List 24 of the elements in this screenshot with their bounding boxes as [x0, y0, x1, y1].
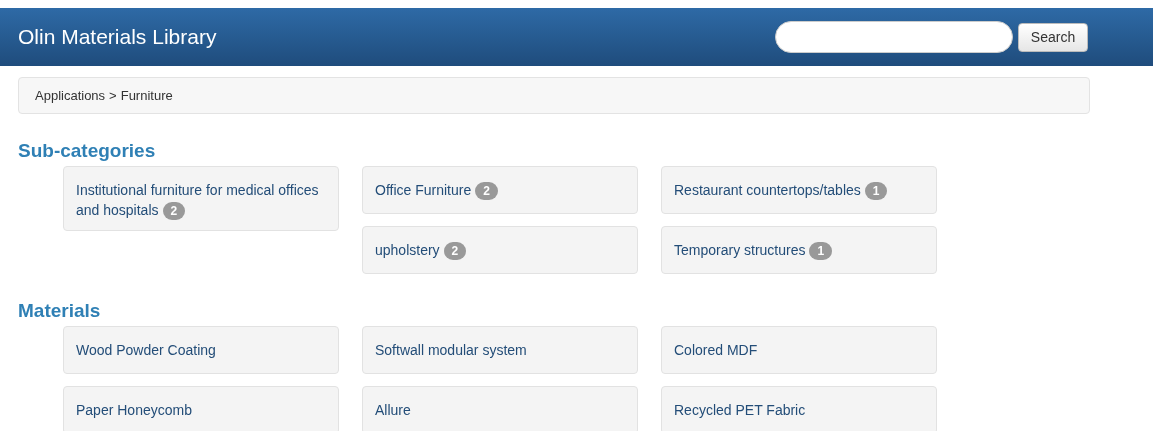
category-card[interactable]: Office Furniture 2 — [362, 166, 638, 214]
category-card[interactable]: Recycled PET Fabric — [661, 386, 937, 431]
category-card[interactable]: Colored MDF — [661, 326, 937, 374]
section-heading: Sub-categories — [18, 140, 157, 162]
count-badge: 1 — [864, 182, 888, 200]
category-card[interactable]: Wood Powder Coating — [63, 326, 339, 374]
category-card[interactable]: Softwall modular system — [362, 326, 638, 374]
category-card[interactable]: Allure — [362, 386, 638, 431]
search-field[interactable] — [775, 21, 1013, 53]
count-badge: 2 — [475, 182, 498, 200]
category-card[interactable]: Institutional furniture for medical offices and hospitals 2 — [63, 166, 339, 231]
category-card[interactable]: Temporary structures 1 — [661, 226, 937, 274]
search-button[interactable]: Search — [1018, 22, 1088, 52]
category-card[interactable]: Restaurant countertops/tables 1 — [661, 166, 937, 214]
breadcrumb-link[interactable]: Applications — [35, 88, 106, 103]
category-card[interactable]: upholstery 2 — [362, 226, 638, 274]
count-badge: 2 — [162, 202, 186, 220]
count-badge: 1 — [809, 242, 833, 260]
count-badge: 2 — [443, 242, 467, 260]
section-heading: Materials — [18, 300, 102, 322]
breadcrumb-current: Furniture — [120, 88, 173, 103]
category-card[interactable]: Paper Honeycomb — [63, 386, 339, 431]
site-title[interactable]: Olin Materials Library — [18, 25, 775, 49]
breadcrumb-separator: > — [109, 88, 117, 103]
